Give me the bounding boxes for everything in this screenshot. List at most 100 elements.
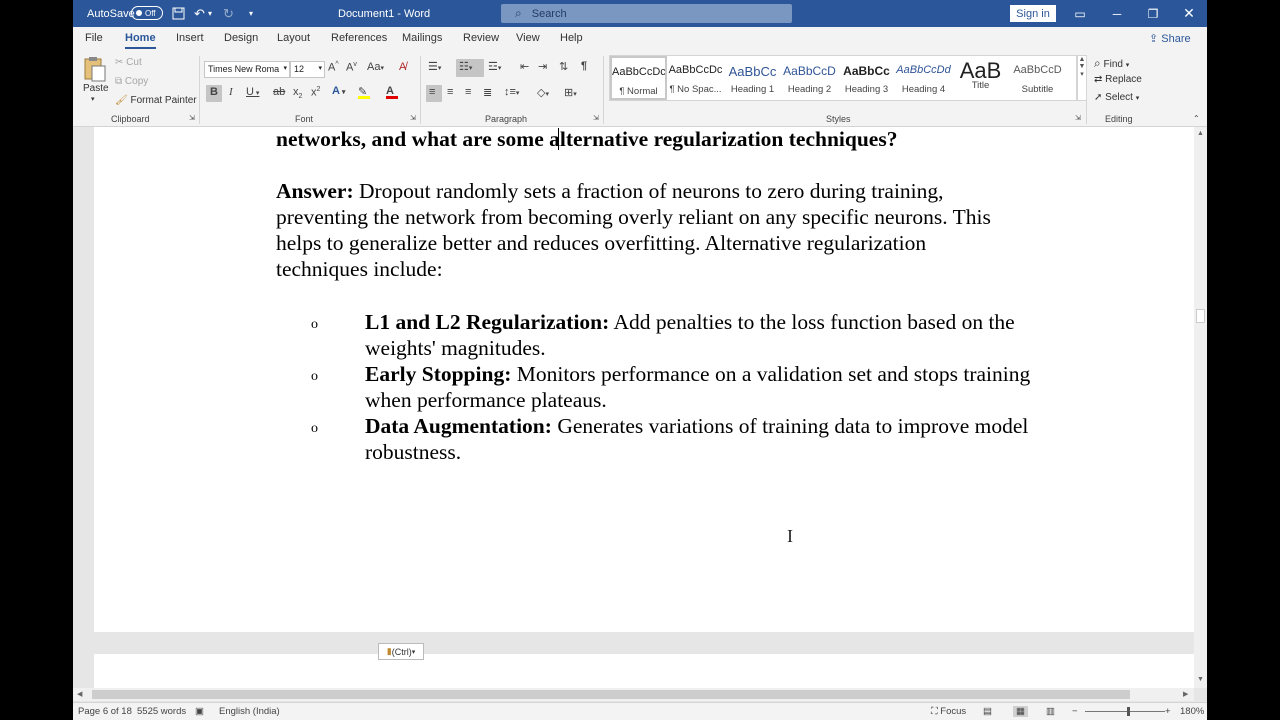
tab-insert[interactable]: Insert — [176, 32, 204, 44]
more-styles-icon[interactable]: ▾ — [1078, 70, 1086, 78]
chevron-up-icon[interactable]: ▲ — [1078, 56, 1086, 63]
bullets-icon[interactable]: ☰▾ — [428, 60, 441, 73]
superscript-icon[interactable]: x2 — [311, 86, 320, 99]
horizontal-scrollbar[interactable]: ◀ ▶ — [73, 688, 1194, 701]
align-center-icon[interactable]: ≡ — [447, 86, 453, 98]
increase-indent-icon[interactable]: ⇥ — [538, 60, 547, 73]
sort-icon[interactable]: ⇅ — [559, 60, 568, 73]
select-button[interactable]: ➚ Select ▾ — [1094, 92, 1139, 103]
tab-review[interactable]: Review — [463, 32, 499, 44]
vertical-scroll-thumb[interactable] — [1196, 309, 1205, 323]
save-icon[interactable] — [172, 0, 185, 27]
style-subtitle[interactable]: AaBbCcD Subtitle — [1009, 56, 1066, 100]
find-button[interactable]: ⌕ Find ▾ — [1094, 56, 1129, 71]
share-button[interactable]: ⇪ Share — [1149, 32, 1191, 45]
style-normal[interactable]: AaBbCcDc ¶ Normal — [610, 56, 667, 100]
tab-help[interactable]: Help — [560, 32, 583, 44]
shading-icon[interactable]: ◇▾ — [537, 86, 549, 99]
tab-references[interactable]: References — [331, 32, 387, 44]
grow-font-icon[interactable]: A^ — [328, 61, 339, 74]
customize-qat-icon[interactable]: ▾ — [249, 0, 253, 27]
font-launcher-icon[interactable]: ⇲ — [410, 114, 416, 122]
focus-button[interactable]: ⛶ Focus — [931, 706, 966, 717]
print-layout-icon[interactable]: ▦ — [1013, 706, 1028, 717]
italic-icon[interactable]: I — [229, 86, 233, 98]
horizontal-scroll-thumb[interactable] — [92, 690, 1130, 699]
tab-layout[interactable]: Layout — [277, 32, 310, 44]
close-icon[interactable]: ✕ — [1171, 0, 1207, 27]
align-right-icon[interactable]: ≡ — [465, 86, 471, 98]
clipboard-launcher-icon[interactable]: ⇲ — [189, 114, 195, 122]
chevron-down-icon[interactable]: ▼ — [1078, 63, 1086, 70]
style-heading-4[interactable]: AaBbCcDd Heading 4 — [895, 56, 952, 100]
restore-icon[interactable]: ❐ — [1135, 0, 1171, 27]
style-heading-1[interactable]: AaBbCc Heading 1 — [724, 56, 781, 100]
tab-home[interactable]: Home — [125, 32, 156, 49]
collapse-ribbon-icon[interactable]: ⌃ — [1193, 114, 1200, 123]
style-no-spacing[interactable]: AaBbCcDc ¶ No Spac... — [667, 56, 724, 100]
redo-icon[interactable]: ↻ — [223, 0, 234, 27]
bold-icon[interactable]: B — [210, 86, 218, 98]
strikethrough-icon[interactable]: ab — [273, 86, 285, 98]
status-bar: Page 6 of 18 5525 words ▣ English (India… — [73, 702, 1207, 720]
font-size-box[interactable]: 12 ▾ — [290, 61, 325, 78]
search-box[interactable]: ⌕ Search — [501, 4, 792, 23]
zoom-slider-thumb[interactable] — [1127, 707, 1130, 716]
font-name-box[interactable]: Times New Roma ▾ — [204, 61, 290, 78]
minimize-icon[interactable]: ─ — [1099, 0, 1135, 27]
read-mode-icon[interactable]: ▤ — [983, 706, 992, 717]
justify-icon[interactable]: ≣ — [483, 86, 492, 99]
zoom-in-icon[interactable]: + — [1165, 706, 1171, 717]
paste-options-button[interactable]: ▮ (Ctrl) ▾ — [378, 643, 424, 660]
format-painter-button[interactable]: 🖌 Format Painter — [115, 95, 197, 106]
copy-button[interactable]: ⧉ Copy — [115, 76, 148, 87]
paste-dropdown-icon: ▾ — [91, 96, 95, 103]
clear-formatting-icon[interactable]: A̸ — [399, 61, 406, 73]
language-indicator[interactable]: English (India) — [219, 706, 280, 717]
word-count[interactable]: 5525 words — [137, 706, 186, 717]
font-color-icon[interactable]: A — [386, 85, 398, 99]
tab-file[interactable]: File — [85, 32, 103, 44]
scroll-down-icon[interactable]: ▼ — [1197, 676, 1204, 683]
tab-view[interactable]: View — [516, 32, 540, 44]
search-icon: ⌕ — [515, 6, 522, 20]
highlight-icon[interactable]: ✎ — [358, 85, 370, 99]
cut-button[interactable]: ✂ Cut — [115, 57, 142, 68]
zoom-out-icon[interactable]: − — [1072, 706, 1078, 717]
undo-icon[interactable]: ↶ — [194, 0, 205, 27]
decrease-indent-icon[interactable]: ⇤ — [520, 60, 529, 73]
numbering-icon[interactable]: ☷▾ — [459, 60, 472, 73]
zoom-level[interactable]: 180% — [1180, 706, 1204, 717]
align-left-icon[interactable]: ≡ — [429, 86, 435, 98]
style-heading-3[interactable]: AaBbCc Heading 3 — [838, 56, 895, 100]
styles-launcher-icon[interactable]: ⇲ — [1075, 114, 1081, 122]
shrink-font-icon[interactable]: Av — [346, 61, 357, 74]
ribbon-display-options-icon[interactable]: ▭ — [1062, 0, 1098, 27]
page-indicator[interactable]: Page 6 of 18 — [78, 706, 132, 717]
tab-design[interactable]: Design — [224, 32, 258, 44]
style-heading-2[interactable]: AaBbCcD Heading 2 — [781, 56, 838, 100]
web-layout-icon[interactable]: ▥ — [1046, 706, 1055, 717]
vertical-scrollbar[interactable]: ▲ ▼ — [1194, 127, 1207, 688]
scroll-right-icon[interactable]: ▶ — [1183, 690, 1188, 698]
style-title[interactable]: AaB Title — [952, 56, 1009, 100]
tab-mailings[interactable]: Mailings — [402, 32, 442, 44]
paragraph-launcher-icon[interactable]: ⇲ — [593, 114, 599, 122]
sign-in-button[interactable]: Sign in — [1010, 5, 1056, 22]
borders-icon[interactable]: ⊞▾ — [564, 86, 577, 99]
text-effects-icon[interactable]: A ▾ — [332, 85, 345, 97]
scroll-left-icon[interactable]: ◀ — [77, 690, 82, 698]
zoom-slider-track[interactable] — [1085, 711, 1165, 712]
undo-dropdown-icon[interactable]: ▾ — [208, 0, 212, 27]
change-case-icon[interactable]: Aa▾ — [367, 61, 384, 73]
scroll-up-icon[interactable]: ▲ — [1197, 130, 1204, 137]
line-spacing-icon[interactable]: ↕≡▾ — [504, 86, 519, 98]
subscript-icon[interactable]: x2 — [293, 86, 302, 100]
underline-icon[interactable]: U ▾ — [246, 86, 259, 98]
proofing-icon[interactable]: ▣ — [195, 706, 204, 717]
next-page[interactable] — [94, 654, 1194, 688]
autosave-toggle[interactable]: Off — [131, 6, 163, 20]
replace-button[interactable]: ⇄ Replace — [1094, 74, 1142, 85]
multilevel-list-icon[interactable]: ☲▾ — [488, 60, 501, 73]
pilcrow-icon[interactable]: ¶ — [581, 60, 587, 72]
